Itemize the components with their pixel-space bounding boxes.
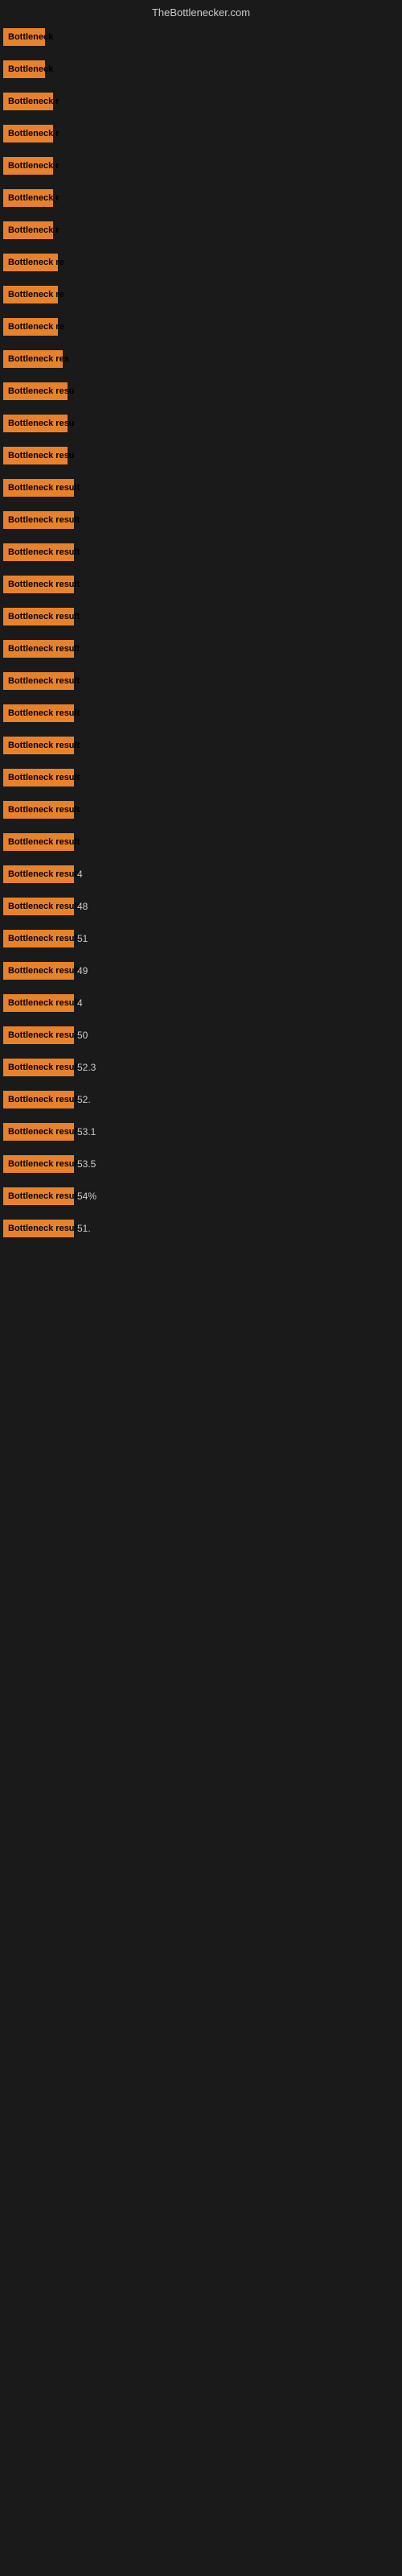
bar-label: Bottleneck re (3, 286, 58, 303)
bar-row: Bottleneck result (0, 698, 402, 729)
bar-label: Bottleneck result (3, 1026, 74, 1044)
header: TheBottlenecker.com (0, 0, 402, 22)
bar-label: Bottleneck res (3, 350, 63, 368)
bar-row: Bottleneck result (0, 537, 402, 568)
bar-row: Bottleneck res (0, 344, 402, 374)
bar-value: 50 (77, 1030, 88, 1041)
bar-label: Bottleneck r (3, 189, 53, 207)
bar-label: Bottleneck result (3, 1155, 74, 1173)
bar-row: Bottleneck result49 (0, 956, 402, 986)
bar-row: Bottleneck r (0, 118, 402, 149)
bar-label: Bottleneck result (3, 898, 74, 915)
bar-row: Bottleneck result (0, 601, 402, 632)
bar-row: Bottleneck result (0, 473, 402, 503)
bar-row: Bottleneck result54% (0, 1181, 402, 1212)
bar-row: Bottleneck result (0, 795, 402, 825)
bar-row: Bottleneck result (0, 569, 402, 600)
bar-row: Bottleneck re (0, 279, 402, 310)
bar-label: Bottleneck result (3, 543, 74, 561)
bar-label: Bottleneck r (3, 157, 53, 175)
bar-label: Bottleneck re (3, 318, 58, 336)
bar-value: 4 (77, 869, 83, 880)
bar-label: Bottleneck result (3, 576, 74, 593)
bar-label: Bottleneck resu (3, 415, 68, 432)
bar-label: Bottleneck r (3, 125, 53, 142)
bar-row: Bottleneck resu (0, 376, 402, 407)
bar-label: Bottleneck result (3, 962, 74, 980)
bar-row: Bottleneck result51. (0, 1213, 402, 1244)
bar-label: Bottleneck resu (3, 382, 68, 400)
bar-value: 52. (77, 1094, 91, 1105)
bar-row: Bottleneck result (0, 666, 402, 696)
bar-value: 53.1 (77, 1126, 96, 1137)
bar-row: Bottleneck r (0, 151, 402, 181)
bar-row: Bottleneck result4 (0, 859, 402, 890)
bar-label: Bottleneck result (3, 640, 74, 658)
bar-row: Bottleneck r (0, 215, 402, 246)
bar-label: Bottleneck result (3, 801, 74, 819)
bar-label: Bottleneck r (3, 93, 53, 110)
bar-label: Bottleneck resu (3, 447, 68, 464)
bars-container: Bottleneck Bottleneck Bottleneck r Bottlene… (0, 22, 402, 1244)
bar-row: Bottleneck resu (0, 408, 402, 439)
bar-value: 53.5 (77, 1158, 96, 1170)
bar-row: Bottleneck result (0, 634, 402, 664)
bar-label: Bottleneck result (3, 769, 74, 786)
bar-label: Bottleneck result (3, 672, 74, 690)
bar-label: Bottleneck result (3, 479, 74, 497)
bar-label: Bottleneck result (3, 994, 74, 1012)
bar-row: Bottleneck result52. (0, 1084, 402, 1115)
bar-row: Bottleneck result4 (0, 988, 402, 1018)
bar-row: Bottleneck (0, 22, 402, 52)
bar-label: Bottleneck result (3, 1091, 74, 1108)
bar-value: 51. (77, 1223, 91, 1234)
bar-label: Bottleneck result (3, 930, 74, 947)
bar-row: Bottleneck result (0, 730, 402, 761)
bar-label: Bottleneck result (3, 1123, 74, 1141)
site-title: TheBottlenecker.com (0, 0, 402, 22)
bar-row: Bottleneck result53.1 (0, 1117, 402, 1147)
bar-row: Bottleneck result53.5 (0, 1149, 402, 1179)
bar-row: Bottleneck result52.3 (0, 1052, 402, 1083)
bar-row: Bottleneck r (0, 183, 402, 213)
bar-value: 49 (77, 965, 88, 976)
bar-label: Bottleneck result (3, 511, 74, 529)
bar-label: Bottleneck (3, 28, 45, 46)
bar-row: Bottleneck result (0, 762, 402, 793)
bar-label: Bottleneck result (3, 1220, 74, 1237)
bar-row: Bottleneck resu (0, 440, 402, 471)
bar-label: Bottleneck result (3, 608, 74, 625)
bar-row: Bottleneck re (0, 247, 402, 278)
bar-row: Bottleneck result50 (0, 1020, 402, 1051)
bar-label: Bottleneck result (3, 1187, 74, 1205)
bar-row: Bottleneck result (0, 827, 402, 857)
bar-value: 4 (77, 997, 83, 1009)
bar-row: Bottleneck re (0, 312, 402, 342)
bar-row: Bottleneck (0, 54, 402, 85)
bar-label: Bottleneck r (3, 221, 53, 239)
bar-label: Bottleneck result (3, 865, 74, 883)
bar-label: Bottleneck result (3, 1059, 74, 1076)
bar-value: 54% (77, 1191, 96, 1202)
bar-row: Bottleneck result (0, 505, 402, 535)
bar-label: Bottleneck (3, 60, 45, 78)
bar-value: 51 (77, 933, 88, 944)
bar-row: Bottleneck r (0, 86, 402, 117)
bar-label: Bottleneck re (3, 254, 58, 271)
bar-label: Bottleneck result (3, 833, 74, 851)
bar-value: 52.3 (77, 1062, 96, 1073)
bar-label: Bottleneck result (3, 704, 74, 722)
bar-value: 48 (77, 901, 88, 912)
bar-row: Bottleneck result51 (0, 923, 402, 954)
bar-label: Bottleneck result (3, 737, 74, 754)
bar-row: Bottleneck result48 (0, 891, 402, 922)
